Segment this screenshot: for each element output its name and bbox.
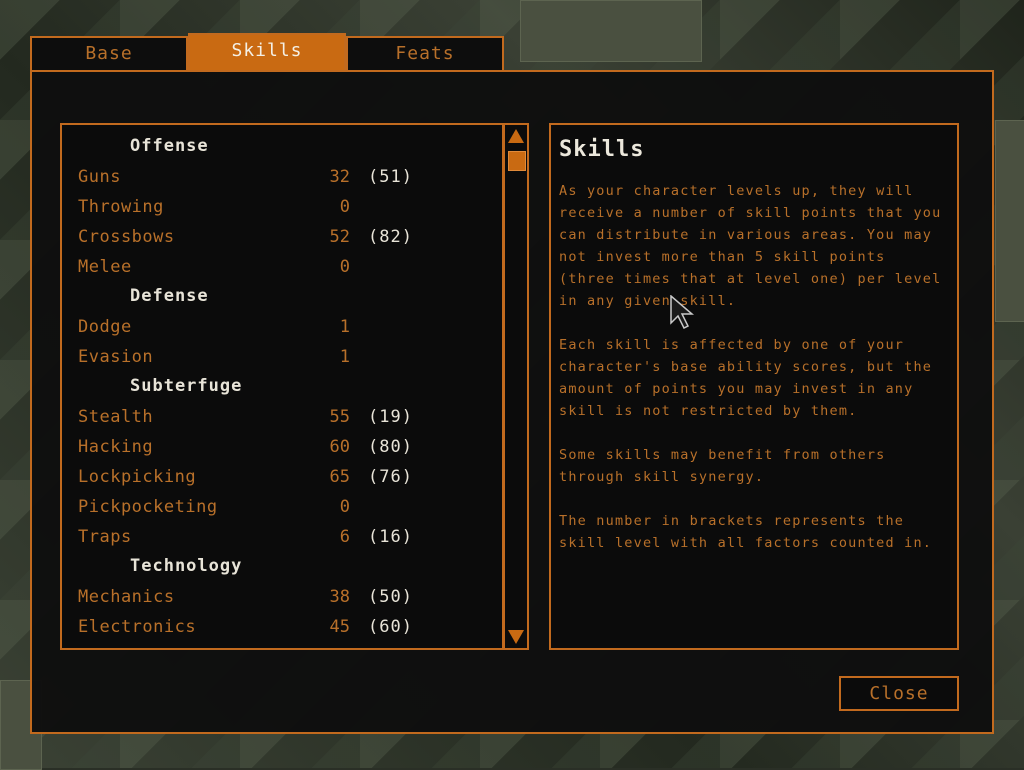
skill-effective-level: (60) <box>368 617 413 637</box>
skill-name[interactable]: Throwing <box>78 197 164 217</box>
skill-name[interactable]: Traps <box>78 527 132 547</box>
description-paragraph: As your character levels up, they will r… <box>559 183 942 309</box>
skill-row[interactable]: Evasion 1 <box>62 343 502 373</box>
skill-name[interactable]: Pickpocketing <box>78 497 218 517</box>
skill-name[interactable]: Lockpicking <box>78 467 196 487</box>
skill-effective-level: (50) <box>368 587 413 607</box>
skill-points: 55 <box>329 407 350 427</box>
skill-name[interactable]: Mechanics <box>78 587 175 607</box>
skill-name[interactable]: Dodge <box>78 317 132 337</box>
category-label: Offense <box>130 136 209 156</box>
skill-name[interactable]: Hacking <box>78 437 153 457</box>
skill-row[interactable]: Traps 6 (16) <box>62 523 502 553</box>
skill-name[interactable]: Guns <box>78 167 121 187</box>
skill-row[interactable]: Melee 0 <box>62 253 502 283</box>
skill-points: 1 <box>339 317 350 337</box>
background-building <box>520 0 702 62</box>
skill-row[interactable]: Throwing 0 <box>62 193 502 223</box>
tab-skills[interactable]: Skills <box>188 33 346 70</box>
description-paragraph: Each skill is affected by one of your ch… <box>559 337 933 419</box>
mouse-pointer-icon <box>670 295 694 329</box>
skill-points: 38 <box>329 587 350 607</box>
skill-effective-level: (76) <box>368 467 413 487</box>
skill-category-heading: Subterfuge <box>62 373 502 403</box>
description-paragraph: The number in brackets represents the sk… <box>559 513 933 551</box>
skill-points: 0 <box>339 497 350 517</box>
tab-base[interactable]: Base <box>30 36 188 70</box>
skill-category-heading: Technology <box>62 553 502 583</box>
skill-points: 65 <box>329 467 350 487</box>
skill-name[interactable]: Electronics <box>78 617 196 637</box>
skill-row[interactable]: Pickpocketing 0 <box>62 493 502 523</box>
skill-points: 60 <box>329 437 350 457</box>
scroll-thumb[interactable] <box>508 151 526 171</box>
skill-row[interactable]: Guns 32 (51) <box>62 163 502 193</box>
skill-points: 32 <box>329 167 350 187</box>
skill-category-heading: Offense <box>62 133 502 163</box>
skill-effective-level: (16) <box>368 527 413 547</box>
skill-points: 52 <box>329 227 350 247</box>
skill-points: 1 <box>339 347 350 367</box>
skill-category-heading: Defense <box>62 283 502 313</box>
skill-row[interactable]: Crossbows 52 (82) <box>62 223 502 253</box>
category-label: Subterfuge <box>130 376 243 396</box>
skill-effective-level: (80) <box>368 437 413 457</box>
skill-points: 0 <box>339 257 350 277</box>
triangle-up-icon[interactable] <box>507 127 525 145</box>
background-building <box>995 120 1024 322</box>
skill-row[interactable]: Dodge 1 <box>62 313 502 343</box>
skill-points: 0 <box>339 197 350 217</box>
skill-effective-level: (82) <box>368 227 413 247</box>
skill-row[interactable]: Electronics 45 (60) <box>62 613 502 643</box>
description-title: Skills <box>559 137 645 162</box>
skill-points: 45 <box>329 617 350 637</box>
skill-row[interactable]: Stealth 55 (19) <box>62 403 502 433</box>
skill-row[interactable]: Mechanics 38 (50) <box>62 583 502 613</box>
skill-effective-level: (51) <box>368 167 413 187</box>
description-paragraph: Some skills may benefit from others thro… <box>559 447 886 485</box>
skill-row[interactable]: Hacking 60 (80) <box>62 433 502 463</box>
skills-scrollbar[interactable] <box>503 123 529 650</box>
close-button[interactable]: Close <box>839 676 959 711</box>
skill-description-panel: Skills As your character levels up, they… <box>549 123 959 650</box>
category-label: Defense <box>130 286 209 306</box>
category-label: Technology <box>130 556 243 576</box>
skill-effective-level: (19) <box>368 407 413 427</box>
skill-name[interactable]: Melee <box>78 257 132 277</box>
tab-feats[interactable]: Feats <box>346 36 504 70</box>
skill-points: 6 <box>339 527 350 547</box>
skill-name[interactable]: Crossbows <box>78 227 175 247</box>
skill-row[interactable]: Lockpicking 65 (76) <box>62 463 502 493</box>
skill-name[interactable]: Stealth <box>78 407 153 427</box>
skills-list[interactable]: Offense Guns 32 (51) Throwing 0 Crossbows 52 (82… <box>60 123 504 650</box>
triangle-down-icon[interactable] <box>507 628 525 646</box>
skill-name[interactable]: Evasion <box>78 347 153 367</box>
